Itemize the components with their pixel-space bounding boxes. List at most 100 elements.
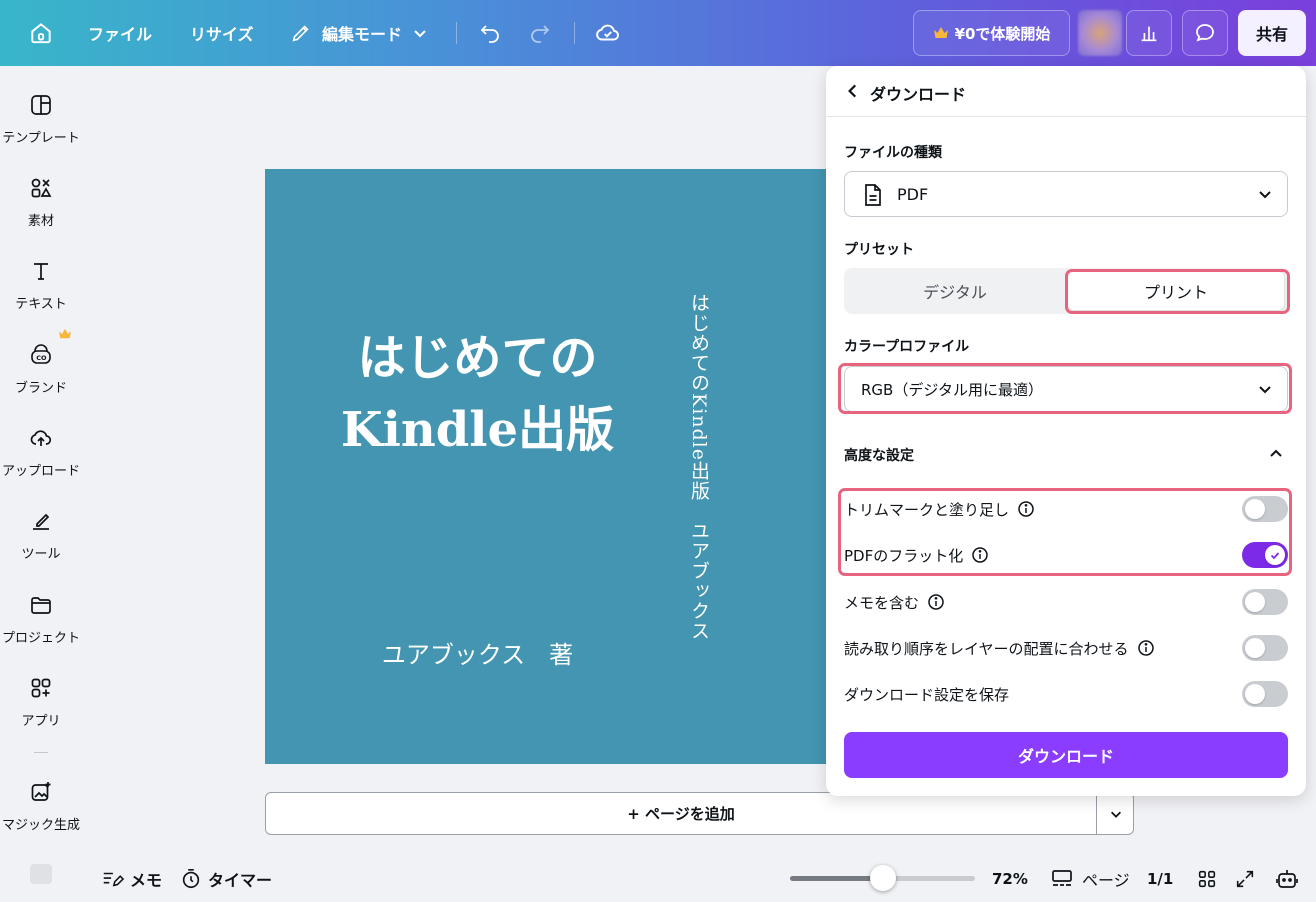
toggle-label: 読み取り順序をレイヤーの配置に合わせる	[844, 639, 1129, 658]
sidebar-item-label: プロジェクト	[1, 631, 80, 646]
info-icon[interactable]	[971, 546, 989, 564]
apps-icon	[27, 674, 55, 702]
divider	[34, 752, 48, 753]
add-page-button[interactable]: + ページを追加	[266, 793, 1096, 834]
page-count[interactable]: 1/1	[1147, 855, 1173, 902]
preset-option-digital[interactable]: デジタル	[848, 272, 1062, 310]
template-icon	[27, 91, 55, 119]
add-page-options-button[interactable]	[1097, 793, 1134, 834]
cover-title-line: はじめての	[357, 330, 598, 386]
sidebar-item-uploads[interactable]: アップロード	[0, 424, 82, 494]
add-page-bar: + ページを追加	[265, 792, 1134, 835]
trim-marks-toggle[interactable]	[1242, 496, 1288, 522]
flatten-pdf-toggle[interactable]	[1242, 542, 1288, 568]
preset-option-print[interactable]: プリント	[1068, 272, 1284, 310]
pages-icon	[1052, 869, 1072, 886]
sidebar-item-projects[interactable]: プロジェクト	[0, 591, 82, 661]
sidebar-item-magic-media[interactable]: マジック生成	[0, 778, 82, 848]
save-settings-toggle[interactable]	[1242, 681, 1288, 707]
chevron-up-icon	[1270, 449, 1282, 457]
sidebar-item-label: 素材	[27, 214, 54, 229]
folder-icon	[27, 591, 55, 619]
edit-mode-menu[interactable]: 編集モード	[290, 0, 428, 66]
cloud-check-icon	[596, 24, 619, 41]
home-button[interactable]	[28, 0, 54, 66]
undo-icon	[480, 25, 499, 43]
sidebar-item-text[interactable]: テキスト	[0, 257, 82, 327]
zoom-slider-handle[interactable]	[869, 865, 896, 891]
timer-button[interactable]: タイマー	[180, 855, 272, 902]
trial-button[interactable]: ¥0で体験開始	[913, 10, 1070, 56]
sidebar: テンプレート 素材 テキスト CO ブランド アップロード ツール プロジェクト…	[0, 66, 82, 902]
notes-button[interactable]: メモ	[100, 855, 162, 902]
crown-icon	[933, 27, 948, 38]
notes-icon	[103, 872, 124, 886]
cover-vertical-text: はじめてのKindle出版 ユアブックス	[688, 293, 710, 641]
file-menu[interactable]: ファイル	[88, 0, 152, 66]
sidebar-item-label: アプリ	[21, 714, 61, 729]
download-panel: ダウンロード ファイルの種類 PDF プリセット デジタル プリント カラープロ…	[826, 66, 1306, 796]
crown-icon	[59, 328, 71, 339]
upload-icon	[27, 424, 55, 452]
redo-button[interactable]	[528, 0, 552, 66]
advanced-collapse-button[interactable]	[1268, 446, 1284, 466]
info-icon[interactable]	[927, 593, 945, 611]
file-type-select[interactable]: PDF	[844, 171, 1288, 217]
sidebar-item-tools[interactable]: ツール	[0, 507, 82, 577]
pages-button[interactable]: ページ	[1050, 855, 1130, 902]
check-icon	[1270, 552, 1280, 560]
zoom-slider-fill	[790, 876, 883, 881]
avatar[interactable]	[1078, 10, 1122, 56]
bottom-bar: メモ タイマー 72% ページ 1/1	[82, 855, 1316, 902]
color-profile-select[interactable]: RGB（デジタル用に最適）	[844, 366, 1288, 412]
toggle-knob	[1245, 684, 1265, 704]
sidebar-item-apps[interactable]: アプリ	[0, 674, 82, 744]
info-icon[interactable]	[1137, 639, 1155, 657]
panel-title: ダウンロード	[870, 85, 967, 104]
fullscreen-button[interactable]	[1234, 855, 1256, 902]
sidebar-item-label: アップロード	[1, 464, 80, 479]
preset-segmented-control: デジタル プリント	[844, 268, 1288, 314]
trial-label: ¥0で体験開始	[954, 24, 1051, 43]
toggle-knob	[1245, 499, 1265, 519]
more-apps-icon[interactable]	[30, 864, 52, 884]
share-button[interactable]: 共有	[1238, 10, 1306, 56]
toggle-knob	[1245, 638, 1265, 658]
toggle-row-flatten-pdf: PDFのフラット化	[844, 540, 1288, 570]
chevron-left-icon	[848, 84, 857, 98]
save-status-button[interactable]	[595, 0, 621, 66]
toggle-label: トリムマークと塗り足し	[844, 500, 1010, 519]
notes-label: メモ	[130, 870, 163, 890]
reading-order-toggle[interactable]	[1242, 635, 1288, 661]
magic-media-icon	[27, 778, 55, 806]
sidebar-item-label: テンプレート	[2, 131, 80, 146]
chevron-down-icon	[1110, 811, 1121, 818]
toggle-label: メモを含む	[844, 593, 920, 612]
toggle-row-trim-marks: トリムマークと塗り足し	[844, 494, 1288, 524]
file-type-label: ファイルの種類	[844, 145, 942, 161]
comments-button[interactable]	[1182, 10, 1228, 56]
resize-menu[interactable]: リサイズ	[190, 0, 254, 66]
toggle-row-reading-order: 読み取り順序をレイヤーの配置に合わせる	[844, 633, 1288, 663]
sidebar-item-label: テキスト	[15, 297, 67, 312]
sidebar-item-elements[interactable]: 素材	[0, 174, 82, 244]
undo-button[interactable]	[478, 0, 502, 66]
pages-label: ページ	[1082, 870, 1130, 890]
grid-view-button[interactable]	[1196, 855, 1218, 902]
document-icon	[865, 184, 881, 206]
timer-label: タイマー	[208, 870, 273, 890]
assistant-button[interactable]	[1274, 855, 1300, 902]
back-button[interactable]	[844, 82, 862, 104]
pencil-icon	[292, 25, 309, 42]
insights-button[interactable]	[1126, 10, 1172, 56]
robot-icon	[1276, 869, 1298, 888]
toggle-row-include-notes: メモを含む	[844, 587, 1288, 617]
include-notes-toggle[interactable]	[1242, 589, 1288, 615]
zoom-level[interactable]: 72%	[992, 855, 1028, 902]
color-profile-value: RGB（デジタル用に最適）	[861, 380, 1044, 399]
info-icon[interactable]	[1017, 500, 1035, 518]
sidebar-item-brand[interactable]: CO ブランド	[0, 341, 82, 411]
download-button[interactable]: ダウンロード	[844, 732, 1288, 778]
sidebar-item-templates[interactable]: テンプレート	[0, 91, 82, 161]
design-canvas[interactable]: はじめての Kindle出版 ユアブックス 著 はじめてのKindle出版 ユア…	[265, 169, 835, 764]
